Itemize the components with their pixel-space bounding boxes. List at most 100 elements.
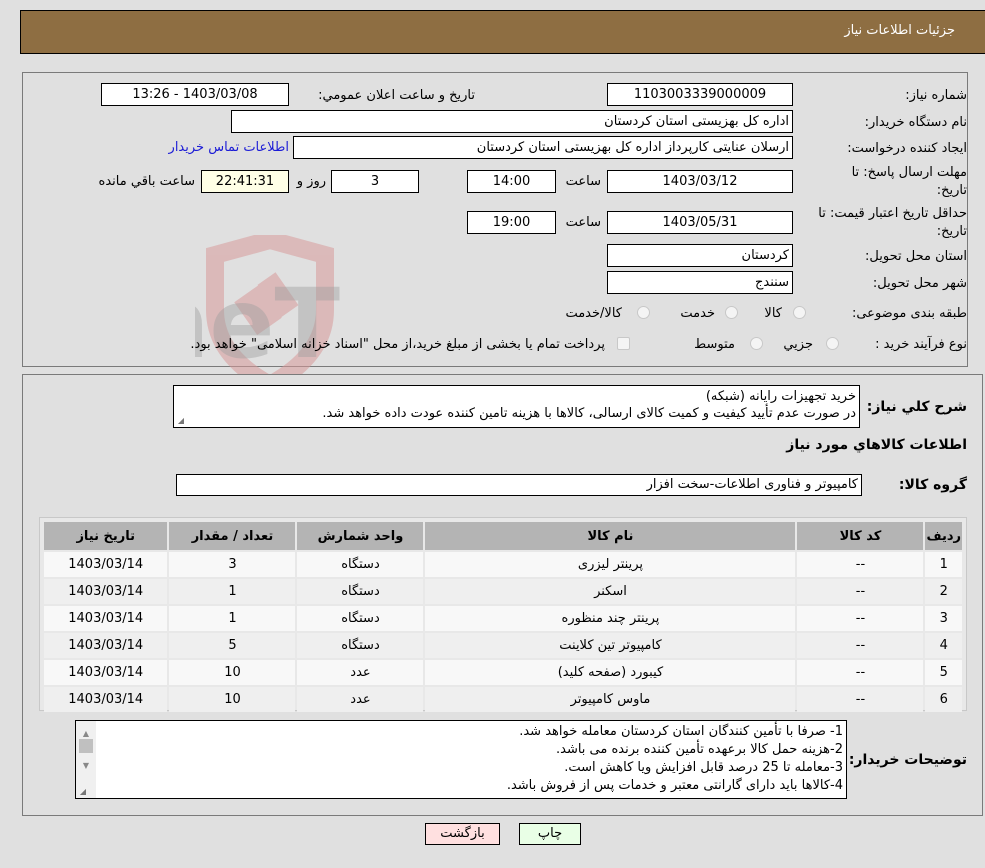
cell-quantity: 1 <box>169 579 296 604</box>
buyer-contact-link[interactable]: اطلاعات تماس خريدار <box>169 140 289 155</box>
scroll-thumb[interactable] <box>79 739 93 753</box>
cell-need-date: 1403/03/14 <box>44 660 168 685</box>
delivery-province-field: کردستان <box>607 244 793 267</box>
cell-quantity: 3 <box>169 552 296 577</box>
table-row: 6 -- ماوس کامپیوتر عدد 10 1403/03/14 <box>44 687 962 712</box>
category-option-service: خدمت <box>680 306 715 321</box>
cell-unit: عدد <box>297 687 424 712</box>
cell-goods-code: -- <box>797 633 924 658</box>
cell-need-date: 1403/03/14 <box>44 687 168 712</box>
price-validity-time: 19:00 <box>467 211 556 234</box>
resize-grip-icon[interactable]: ◢ <box>78 788 86 796</box>
description-line-2: در صورت عدم تأیید کیفیت و کمیت کالای ارس… <box>322 406 856 421</box>
delivery-city-label: شهر محل تحویل: <box>872 276 967 291</box>
remaining-label: ساعت باقي مانده <box>98 174 195 189</box>
cell-goods-code: -- <box>797 606 924 631</box>
table-row: 2 -- اسکنر دستگاه 1 1403/03/14 <box>44 579 962 604</box>
requester-field: ارسلان عنایتی کارپرداز اداره کل بهزیستی … <box>293 136 793 159</box>
description-label: شرح کلي نياز: <box>866 399 967 415</box>
category-option-goods: کالا <box>764 306 782 321</box>
col-unit: واحد شمارش <box>297 522 424 550</box>
goods-section-title: اطلاعات کالاهاي مورد نياز <box>786 437 967 453</box>
buyer-note-line: 3-معامله تا 25 درصد قابل افزایش ویا کاهش… <box>564 760 843 775</box>
category-radio-goods-service[interactable] <box>637 306 650 319</box>
cell-unit: دستگاه <box>297 633 424 658</box>
back-button[interactable]: بازگشت <box>425 823 500 845</box>
delivery-city-field: سنندج <box>607 271 793 294</box>
category-radio-service[interactable] <box>725 306 738 319</box>
print-button[interactable]: چاپ <box>519 823 581 845</box>
purchase-option-minor: جزيي <box>783 337 813 352</box>
cell-unit: عدد <box>297 660 424 685</box>
buyer-note-line: 2-هزینه حمل کالا برعهده تأمین کننده برند… <box>555 742 843 757</box>
cell-goods-code: -- <box>797 579 924 604</box>
col-row-number: رديف <box>925 522 962 550</box>
category-label: طبقه بندی موضوعی: <box>851 306 967 321</box>
purchase-option-medium: متوسط <box>694 337 735 352</box>
treasury-payment-checkbox[interactable] <box>617 337 630 350</box>
remaining-time: 22:41:31 <box>201 170 289 193</box>
reply-deadline-date: 1403/03/12 <box>607 170 793 193</box>
cell-unit: دستگاه <box>297 606 424 631</box>
purchase-radio-medium[interactable] <box>750 337 763 350</box>
buyer-notes-label: توضيحات خريدار: <box>848 752 967 768</box>
buyer-note-line: 4-کالاها باید دارای گارانتی معتبر و خدما… <box>506 778 843 793</box>
cell-quantity: 10 <box>169 687 296 712</box>
cell-row-number: 5 <box>925 660 962 685</box>
cell-quantity: 10 <box>169 660 296 685</box>
buyer-notes-textarea[interactable]: 1- صرفا با تأمین کنندگان استان کردستان م… <box>75 720 847 799</box>
remaining-days: 3 <box>331 170 419 193</box>
days-label: روز و <box>296 174 326 189</box>
reply-deadline-time: 14:00 <box>467 170 556 193</box>
cell-need-date: 1403/03/14 <box>44 579 168 604</box>
cell-goods-name: پرینتر چند منظوره <box>425 606 796 631</box>
scroll-up-icon[interactable]: ▲ <box>80 725 92 738</box>
purchase-type-label: نوع فرآیند خرید : <box>875 337 967 352</box>
cell-goods-name: پرینتر لیزری <box>425 552 796 577</box>
cell-goods-name: کیبورد (صفحه کلید) <box>425 660 796 685</box>
price-validity-label-2: تاریخ: <box>936 224 967 239</box>
category-option-goods-service: کالا/خدمت <box>565 306 622 321</box>
price-time-label: ساعت <box>565 215 601 230</box>
cell-goods-name: کامپیوتر تین کلاینت <box>425 633 796 658</box>
reply-deadline-label-2: تاریخ: <box>936 183 967 198</box>
cell-row-number: 4 <box>925 633 962 658</box>
price-validity-date: 1403/05/31 <box>607 211 793 234</box>
cell-unit: دستگاه <box>297 579 424 604</box>
cell-goods-name: ماوس کامپیوتر <box>425 687 796 712</box>
need-number-field: 1103003339000009 <box>607 83 793 106</box>
col-quantity: تعداد / مقدار <box>169 522 296 550</box>
delivery-province-label: استان محل تحویل: <box>865 249 967 264</box>
buyer-org-label: نام دستگاه خريدار: <box>864 115 967 130</box>
reply-deadline-label: مهلت ارسال پاسخ: تا <box>851 165 967 180</box>
goods-group-field: کامپیوتر و فناوری اطلاعات-سخت افزار <box>176 474 862 496</box>
announce-datetime-field: 1403/03/08 - 13:26 <box>101 83 289 106</box>
purchase-radio-minor[interactable] <box>826 337 839 350</box>
cell-need-date: 1403/03/14 <box>44 552 168 577</box>
cell-row-number: 2 <box>925 579 962 604</box>
table-row: 5 -- کیبورد (صفحه کلید) عدد 10 1403/03/1… <box>44 660 962 685</box>
cell-quantity: 5 <box>169 633 296 658</box>
cell-goods-code: -- <box>797 687 924 712</box>
table-header-row: رديف کد کالا نام کالا واحد شمارش تعداد /… <box>44 522 962 550</box>
resize-grip-icon[interactable]: ◢ <box>176 417 184 425</box>
buyer-notes-scrollbar[interactable]: ▲ ▼ <box>76 721 96 798</box>
buyer-org-field: اداره کل بهزیستی استان کردستان <box>231 110 793 133</box>
scroll-down-icon[interactable]: ▼ <box>80 757 92 770</box>
table-row: 3 -- پرینتر چند منظوره دستگاه 1 1403/03/… <box>44 606 962 631</box>
table-row: 4 -- کامپیوتر تین کلاینت دستگاه 5 1403/0… <box>44 633 962 658</box>
cell-goods-code: -- <box>797 660 924 685</box>
col-need-date: تاریخ نیاز <box>44 522 168 550</box>
description-textarea[interactable]: خرید تجهیزات رایانه (شبکه) در صورت عدم ت… <box>173 385 860 428</box>
buyer-note-line: 1- صرفا با تأمین کنندگان استان کردستان م… <box>519 724 843 739</box>
cell-need-date: 1403/03/14 <box>44 633 168 658</box>
cell-row-number: 6 <box>925 687 962 712</box>
cell-row-number: 3 <box>925 606 962 631</box>
goods-table: رديف کد کالا نام کالا واحد شمارش تعداد /… <box>42 520 964 714</box>
need-number-label: شماره نیاز: <box>905 88 967 103</box>
category-radio-goods[interactable] <box>793 306 806 319</box>
cell-goods-code: -- <box>797 552 924 577</box>
goods-table-container: رديف کد کالا نام کالا واحد شمارش تعداد /… <box>39 517 967 714</box>
announce-datetime-label: تاریخ و ساعت اعلان عمومي: <box>318 88 475 103</box>
table-row: 1 -- پرینتر لیزری دستگاه 3 1403/03/14 <box>44 552 962 577</box>
